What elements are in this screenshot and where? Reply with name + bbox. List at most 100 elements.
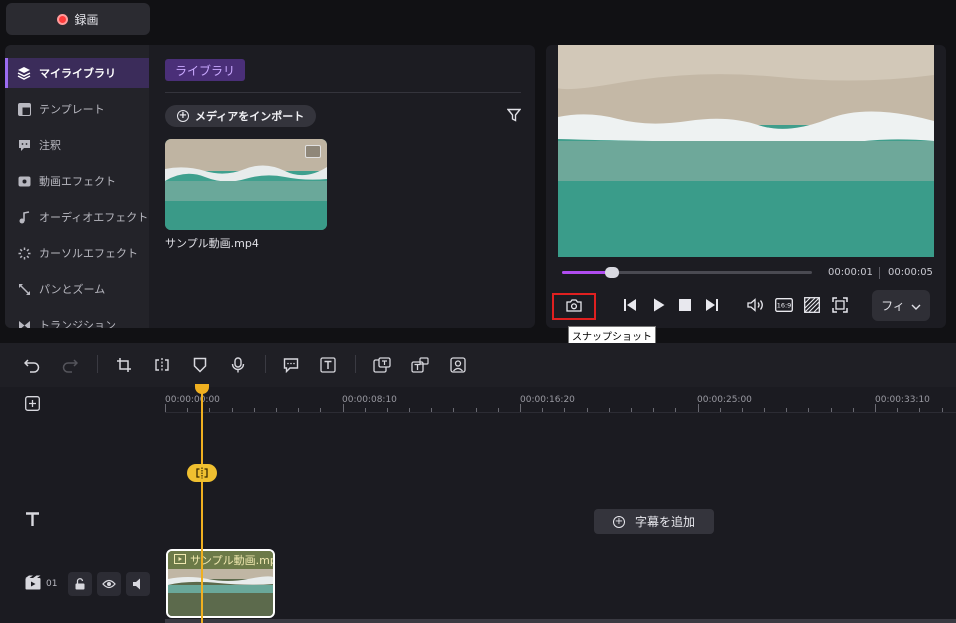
fit-dropdown[interactable]: フィ xyxy=(872,290,930,321)
playhead[interactable] xyxy=(201,387,203,623)
add-track-icon[interactable] xyxy=(25,396,40,414)
import-media-label: メディアをインポート xyxy=(195,110,305,123)
face-effect-icon[interactable] xyxy=(448,355,468,375)
ruler-tick xyxy=(520,404,521,412)
video-track-icon xyxy=(25,575,41,593)
chevron-down-icon xyxy=(911,299,921,313)
record-button[interactable]: 録画 xyxy=(6,3,150,35)
template-icon xyxy=(17,102,31,116)
text-box-icon[interactable] xyxy=(318,355,338,375)
background-icon[interactable] xyxy=(802,295,822,315)
ruler-tick xyxy=(875,404,876,412)
sidebar-item-label: マイライブラリ xyxy=(39,67,116,80)
sidebar-item-video-effect[interactable]: 動画エフェクト xyxy=(5,166,149,196)
split-at-playhead-button[interactable] xyxy=(187,464,217,482)
ruler-tick xyxy=(653,408,655,412)
ruler-tick xyxy=(431,408,433,412)
next-frame-icon[interactable] xyxy=(702,295,722,315)
speaker-icon xyxy=(133,578,140,590)
timeline-scrollbar[interactable] xyxy=(165,619,956,623)
redo-icon[interactable] xyxy=(60,355,80,375)
sidebar-item-label: 注釈 xyxy=(39,139,61,152)
video-preview xyxy=(558,45,934,257)
microphone-icon[interactable] xyxy=(228,355,248,375)
audio-effect-icon xyxy=(17,210,31,224)
sidebar-item-transition[interactable]: トランジション xyxy=(5,310,149,328)
ruler-label: 00:00:33:10 xyxy=(875,395,930,405)
video-effect-icon xyxy=(17,174,31,188)
ruler-tick xyxy=(808,408,810,412)
layers-icon xyxy=(17,66,31,80)
cursor-effect-icon xyxy=(17,246,31,260)
snapshot-tooltip: スナップショット xyxy=(568,326,656,344)
import-media-button[interactable]: + メディアをインポート xyxy=(165,105,317,127)
fit-label: フィ xyxy=(881,299,905,313)
sidebar-item-label: パンとズーム xyxy=(39,283,106,296)
time-ruler[interactable]: 00:00:00:00 00:00:08:10 00:00:16:20 00:0… xyxy=(165,387,956,413)
ruler-tick xyxy=(409,408,411,412)
sidebar-item-pan-zoom[interactable]: パンとズーム xyxy=(5,274,149,304)
toolbar-divider xyxy=(97,355,98,373)
time-separator xyxy=(879,267,880,279)
ruler-tick xyxy=(253,408,255,412)
ruler-tick xyxy=(586,408,588,412)
sidebar-item-label: テンプレート xyxy=(39,103,105,116)
progress-handle[interactable] xyxy=(605,267,619,278)
split-icon[interactable] xyxy=(152,355,172,375)
sticker-icon[interactable] xyxy=(372,355,392,375)
toolbar-divider xyxy=(265,355,266,373)
add-subtitle-label: 字幕を追加 xyxy=(634,515,695,529)
record-icon xyxy=(57,13,69,25)
lock-track-button[interactable] xyxy=(68,572,92,596)
filter-icon[interactable] xyxy=(506,108,522,125)
undo-icon[interactable] xyxy=(22,355,42,375)
track-header-column: 01 xyxy=(0,387,165,623)
speech-bubble-icon[interactable] xyxy=(281,355,301,375)
play-icon[interactable] xyxy=(649,295,669,315)
ruler-tick xyxy=(364,408,366,412)
eye-icon xyxy=(102,579,116,589)
snapshot-button[interactable] xyxy=(552,293,596,320)
beach-thumbnail-image xyxy=(165,139,327,230)
progress-bar[interactable] xyxy=(562,267,812,278)
sidebar-item-audio-effect[interactable]: オーディオエフェクト xyxy=(5,202,149,232)
aspect-ratio-icon[interactable]: 16:9 xyxy=(774,295,794,315)
library-panel: マイライブラリ テンプレート 注釈 動画エフェクト オーディオエフェクト カーソ… xyxy=(5,45,535,328)
video-clip-icon xyxy=(174,553,186,567)
sidebar: マイライブラリ テンプレート 注釈 動画エフェクト オーディオエフェクト カーソ… xyxy=(5,45,149,328)
ruler-tick xyxy=(475,408,477,412)
marker-icon[interactable] xyxy=(190,355,210,375)
volume-icon[interactable] xyxy=(746,295,766,315)
ruler-tick xyxy=(275,408,277,412)
edit-toolbar xyxy=(0,343,956,387)
sidebar-item-annotation[interactable]: 注釈 xyxy=(5,130,149,160)
add-subtitle-button[interactable]: + 字幕を追加 xyxy=(594,509,714,534)
ruler-tick xyxy=(764,408,766,412)
sidebar-item-my-library[interactable]: マイライブラリ xyxy=(5,58,149,88)
title-template-icon[interactable] xyxy=(410,355,430,375)
video-clip[interactable]: サンプル動画.mp4 xyxy=(166,549,275,618)
plus-circle-icon: + xyxy=(612,515,625,528)
ruler-tick xyxy=(608,408,610,412)
media-thumbnail[interactable] xyxy=(165,139,327,230)
transition-icon xyxy=(17,318,31,328)
stop-icon[interactable] xyxy=(675,295,695,315)
plus-circle-icon: + xyxy=(177,110,189,122)
ruler-tick xyxy=(741,408,743,412)
fullscreen-icon[interactable] xyxy=(830,295,850,315)
ruler-tick xyxy=(719,408,721,412)
tab-library[interactable]: ライブラリ xyxy=(165,59,246,81)
visibility-track-button[interactable] xyxy=(97,572,121,596)
crop-icon[interactable] xyxy=(114,355,134,375)
ruler-tick xyxy=(630,408,632,412)
sidebar-item-label: カーソルエフェクト xyxy=(39,247,138,260)
ruler-label: 00:00:08:10 xyxy=(342,395,397,405)
sidebar-item-template[interactable]: テンプレート xyxy=(5,94,149,124)
sidebar-item-cursor-effect[interactable]: カーソルエフェクト xyxy=(5,238,149,268)
ruler-label: 00:00:25:00 xyxy=(697,395,752,405)
ruler-tick xyxy=(542,408,544,412)
previous-frame-icon[interactable] xyxy=(620,295,640,315)
current-time: 00:00:01 xyxy=(828,267,873,278)
mute-track-button[interactable] xyxy=(126,572,150,596)
text-track-icon xyxy=(25,512,40,530)
